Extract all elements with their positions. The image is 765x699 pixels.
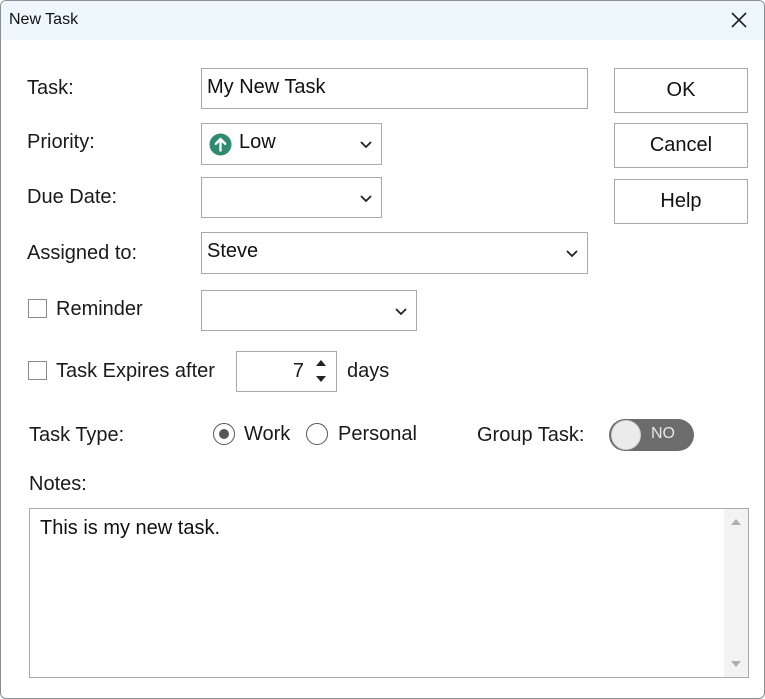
assigned-to-dropdown[interactable]: Steve xyxy=(201,232,588,274)
task-input-value: My New Task xyxy=(207,76,326,98)
close-icon xyxy=(731,12,747,28)
notes-label: Notes: xyxy=(29,473,87,495)
ok-button[interactable]: OK xyxy=(614,68,748,113)
radio-work[interactable] xyxy=(213,423,235,445)
priority-value: Low xyxy=(239,131,276,153)
expires-unit-label: days xyxy=(347,360,390,382)
task-type-label: Task Type: xyxy=(29,424,125,446)
reminder-label: Reminder xyxy=(56,298,143,320)
priority-label: Priority: xyxy=(27,131,95,153)
window-title: New Task xyxy=(9,11,79,28)
chevron-down-icon xyxy=(566,250,578,258)
help-button[interactable]: Help xyxy=(614,179,748,224)
notes-textarea[interactable]: This is my new task. xyxy=(29,508,749,678)
chevron-down-icon xyxy=(395,307,407,315)
task-label: Task: xyxy=(27,77,74,99)
caret-down-icon[interactable] xyxy=(315,374,327,384)
notes-text: This is my new task. xyxy=(40,517,221,539)
expires-checkbox[interactable] xyxy=(28,361,47,380)
cancel-button[interactable]: Cancel xyxy=(614,123,748,168)
close-button[interactable] xyxy=(728,9,750,31)
priority-dropdown[interactable]: Low xyxy=(201,123,382,165)
radio-selected-dot xyxy=(218,428,229,439)
radio-work-label: Work xyxy=(244,423,291,445)
scroll-up-icon[interactable] xyxy=(730,517,742,527)
toggle-knob xyxy=(611,420,641,450)
expires-label: Task Expires after xyxy=(56,360,215,382)
expires-days-stepper[interactable]: 7 xyxy=(236,351,337,392)
task-input[interactable]: My New Task xyxy=(201,68,588,109)
chevron-down-icon xyxy=(360,194,372,202)
radio-personal[interactable] xyxy=(306,423,328,445)
assigned-to-label: Assigned to: xyxy=(27,242,138,264)
arrow-up-circle-icon xyxy=(209,133,232,156)
group-task-toggle[interactable]: NO xyxy=(609,419,694,451)
title-bar: New Task xyxy=(1,1,764,40)
notes-scrollbar[interactable] xyxy=(724,509,748,677)
toggle-state-text: NO xyxy=(651,425,675,442)
caret-up-icon[interactable] xyxy=(315,358,327,368)
reminder-dropdown[interactable] xyxy=(201,290,417,331)
expires-days-value: 7 xyxy=(292,360,304,382)
due-date-dropdown[interactable] xyxy=(201,177,382,218)
due-date-label: Due Date: xyxy=(27,186,118,208)
radio-personal-label: Personal xyxy=(338,423,417,445)
scroll-down-icon[interactable] xyxy=(730,659,742,669)
group-task-label: Group Task: xyxy=(477,424,585,446)
assigned-to-value: Steve xyxy=(207,240,259,262)
reminder-checkbox[interactable] xyxy=(28,299,47,318)
chevron-down-icon xyxy=(360,141,372,149)
new-task-dialog: New Task Task: My New Task Priority: Low… xyxy=(0,0,765,699)
